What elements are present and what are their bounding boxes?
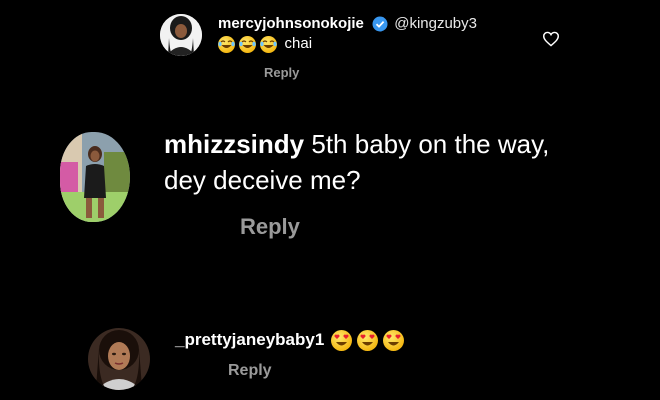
heart-eyes-emoji (356, 330, 378, 352)
username[interactable]: _prettyjaneybaby1 (175, 330, 324, 349)
heart-outline-icon[interactable] (542, 31, 560, 52)
comment-1-body: chai (218, 35, 312, 53)
comment-text: 5th baby on the way, (311, 129, 550, 159)
comment-3-body: _prettyjaneybaby1 (175, 330, 404, 352)
heart-eyes-emoji (382, 330, 404, 352)
verified-badge-icon (372, 16, 388, 32)
comment-2-body: mhizzsindy 5th baby on the way, dey dece… (164, 126, 549, 198)
comment-1-header: mercyjohnsonokojie @kingzuby3 (218, 15, 477, 32)
avatar[interactable] (88, 328, 150, 390)
laughing-emoji (218, 35, 235, 53)
mention-link[interactable]: @kingzuby3 (394, 15, 477, 32)
laughing-emoji (239, 35, 257, 53)
reply-button[interactable]: Reply (240, 214, 300, 240)
comment-text: chai (284, 35, 313, 52)
avatar[interactable] (160, 14, 202, 56)
laughing-emoji (260, 35, 278, 53)
reply-button[interactable]: Reply (264, 65, 299, 80)
comment-text-line2: dey deceive me? (164, 165, 361, 195)
username[interactable]: mercyjohnsonokojie (218, 15, 364, 32)
heart-eyes-emoji (331, 330, 353, 352)
reply-button[interactable]: Reply (228, 362, 272, 380)
avatar[interactable] (60, 132, 130, 222)
username[interactable]: mhizzsindy (164, 129, 304, 159)
